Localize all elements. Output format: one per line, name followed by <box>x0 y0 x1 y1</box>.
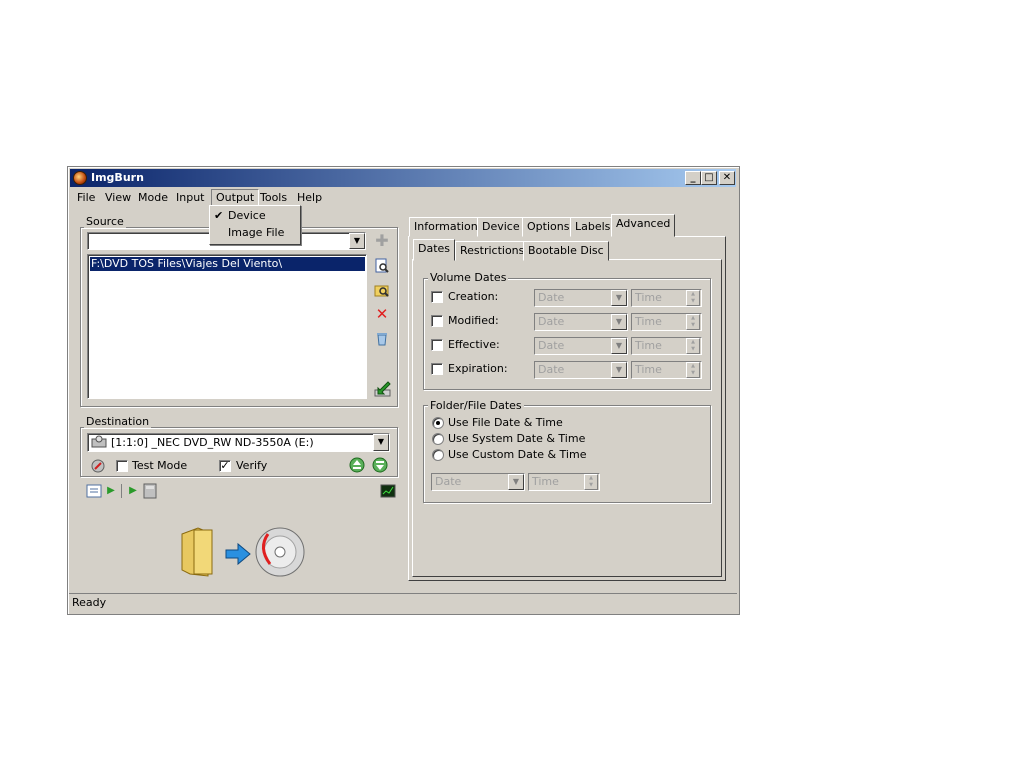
effective-time-spinner[interactable]: ▲ ▼ <box>686 338 700 354</box>
tab-information[interactable]: Information <box>409 217 483 237</box>
maximize-button[interactable]: □ <box>701 171 717 185</box>
tab-advanced[interactable]: Advanced <box>611 214 676 237</box>
log-graph-icon[interactable] <box>380 483 396 499</box>
volume-dates-label: Volume Dates <box>428 271 509 284</box>
modified-checkbox[interactable] <box>431 315 443 327</box>
creation-label: Creation: <box>448 290 499 303</box>
list-item[interactable]: F:\DVD TOS Files\Viajes Del Viento\ <box>89 256 366 272</box>
use-file-date-radio[interactable] <box>432 417 444 429</box>
close-button[interactable]: ✕ <box>719 171 735 185</box>
use-system-date-label: Use System Date & Time <box>448 432 586 445</box>
eject-tray-icon[interactable] <box>349 457 365 473</box>
tab-restrictions[interactable]: Restrictions <box>455 241 530 261</box>
build-green-arrow-icon[interactable] <box>374 380 391 397</box>
volume-date-row-effective: Effective: Date ▼ Time ▲ ▼ <box>431 337 706 355</box>
use-file-date-label: Use File Date & Time <box>448 416 563 429</box>
menu-mode[interactable]: Mode <box>134 190 172 206</box>
destination-drive-value: [1:1:0] _NEC DVD_RW ND-3550A (E:) <box>111 436 314 449</box>
status-text: Ready <box>72 596 107 609</box>
use-custom-date-label: Use Custom Date & Time <box>448 448 587 461</box>
volume-date-row-creation: Creation: Date ▼ Time ▲ ▼ <box>431 289 706 307</box>
output-menu-popup: ✔ Device Image File <box>209 205 301 245</box>
tab-options[interactable]: Options <box>522 217 575 237</box>
drive-icon <box>91 435 107 449</box>
custom-date-dropdown[interactable]: ▼ <box>508 474 524 490</box>
custom-time-spinner[interactable]: ▲ ▼ <box>584 474 598 490</box>
browse-file-icon[interactable] <box>374 258 390 274</box>
tab-device[interactable]: Device <box>477 217 525 237</box>
creation-time-spinner[interactable]: ▲ ▼ <box>686 290 700 306</box>
queue-list-icon[interactable] <box>86 483 102 499</box>
toolbar-divider <box>121 484 122 498</box>
red-x-icon[interactable]: ✕ <box>374 306 390 322</box>
use-custom-date-radio[interactable] <box>432 449 444 461</box>
window-title: ImgBurn <box>91 171 144 184</box>
menu-help[interactable]: Help <box>293 190 326 206</box>
use-system-date-radio[interactable] <box>432 433 444 445</box>
play-icon[interactable]: ▶ <box>103 483 119 499</box>
volume-date-row-modified: Modified: Date ▼ Time ▲ ▼ <box>431 313 706 331</box>
tab-dates[interactable]: Dates <box>413 239 456 261</box>
modified-date-dropdown[interactable]: ▼ <box>611 314 627 330</box>
status-bar: Ready <box>69 593 737 613</box>
write-speed-icon[interactable] <box>90 458 106 474</box>
calculator-icon[interactable] <box>142 483 158 499</box>
test-mode-label: Test Mode <box>132 459 188 472</box>
effective-label: Effective: <box>448 338 500 351</box>
source-group-label: Source <box>84 215 126 228</box>
modified-label: Modified: <box>448 314 499 327</box>
volume-date-row-expiration: Expiration: Date ▼ Time ▲ ▼ <box>431 361 706 379</box>
effective-checkbox[interactable] <box>431 339 443 351</box>
expiration-date-dropdown[interactable]: ▼ <box>611 362 627 378</box>
source-list[interactable]: F:\DVD TOS Files\Viajes Del Viento\ <box>87 254 367 399</box>
expiration-checkbox[interactable] <box>431 363 443 375</box>
menu-tools[interactable]: Tools <box>256 190 291 206</box>
menu-input[interactable]: Input <box>172 190 208 206</box>
verify-label: Verify <box>236 459 268 472</box>
folder-file-dates-label: Folder/File Dates <box>428 399 524 412</box>
destination-group-label: Destination <box>84 415 152 428</box>
destination-dropdown-button[interactable]: ▼ <box>373 434 389 451</box>
creation-date-dropdown[interactable]: ▼ <box>611 290 627 306</box>
browse-folder-icon[interactable] <box>374 282 390 298</box>
play-queue-icon[interactable]: ▶ <box>125 483 141 499</box>
tab-bootable-disc[interactable]: Bootable Disc <box>523 241 609 261</box>
source-combo-dropdown-button[interactable]: ▼ <box>349 233 365 249</box>
plus-icon[interactable]: ✚ <box>374 233 390 249</box>
modified-time-spinner[interactable]: ▲ ▼ <box>686 314 700 330</box>
trash-icon[interactable] <box>374 331 390 347</box>
minimize-button[interactable]: _ <box>685 171 701 185</box>
verify-checkbox[interactable]: ✓ <box>219 460 231 472</box>
expiration-time-spinner[interactable]: ▲ ▼ <box>686 362 700 378</box>
menu-file[interactable]: File <box>73 190 99 206</box>
effective-date-dropdown[interactable]: ▼ <box>611 338 627 354</box>
expiration-label: Expiration: <box>448 362 508 375</box>
close-tray-icon[interactable] <box>372 457 388 473</box>
checkmark-icon: ✔ <box>214 209 224 222</box>
radio-selected-dot <box>436 421 440 425</box>
test-mode-checkbox[interactable] <box>116 460 128 472</box>
menu-output[interactable]: Output <box>211 189 260 206</box>
menu-view[interactable]: View <box>101 190 135 206</box>
imgburn-app-icon <box>73 171 87 185</box>
creation-checkbox[interactable] <box>431 291 443 303</box>
output-menu-image-file[interactable]: Image File <box>228 225 284 241</box>
tab-labels[interactable]: Labels <box>570 217 616 237</box>
title-bar[interactable] <box>70 169 736 187</box>
destination-drive-combo[interactable]: [1:1:0] _NEC DVD_RW ND-3550A (E:) <box>87 433 390 452</box>
build-mode-illustration <box>178 524 310 580</box>
output-menu-device[interactable]: Device <box>228 208 266 224</box>
